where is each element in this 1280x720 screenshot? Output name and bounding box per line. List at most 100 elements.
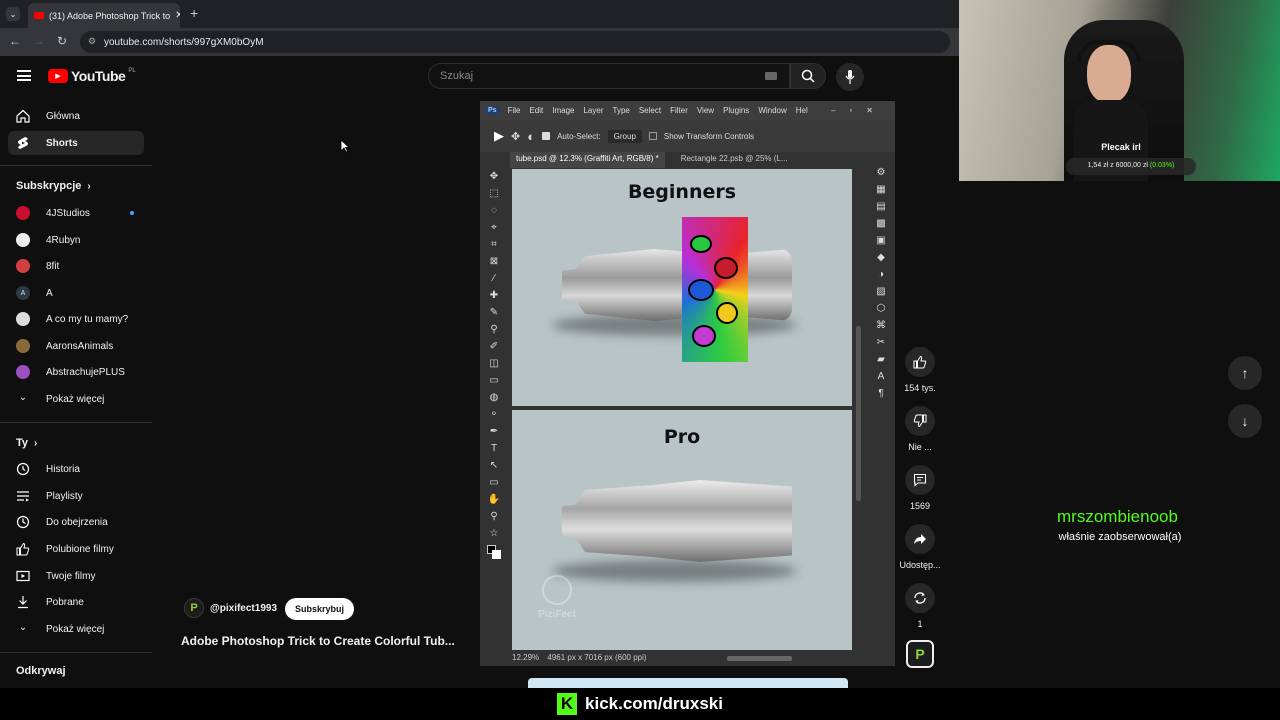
- brush-panel-icon[interactable]: ✂: [877, 337, 885, 348]
- menu-edit[interactable]: Edit: [529, 106, 543, 115]
- you-heading[interactable]: Ty ›: [16, 437, 37, 449]
- share-button[interactable]: Udostęp...: [898, 524, 942, 570]
- menu-window[interactable]: Window: [758, 106, 786, 115]
- menu-filter[interactable]: Filter: [670, 106, 688, 115]
- sidebar-item-home[interactable]: Główna: [8, 104, 144, 128]
- like-button[interactable]: 154 tys.: [898, 347, 942, 393]
- tab-close-icon[interactable]: ✕: [175, 10, 180, 21]
- youtube-logo[interactable]: ▶ YouTube PL: [48, 68, 136, 84]
- healing-tool-icon[interactable]: ✚: [490, 290, 498, 301]
- move-tool-icon[interactable]: ✥: [490, 171, 498, 182]
- auto-select-checkbox[interactable]: [542, 132, 551, 140]
- sidebar-item-subscription[interactable]: 8fit: [8, 254, 144, 278]
- properties-icon[interactable]: ⚙: [877, 167, 886, 178]
- layers-icon[interactable]: ◆: [877, 252, 885, 263]
- subscriptions-heading[interactable]: Subskrypcje ›: [16, 180, 91, 192]
- menu-image[interactable]: Image: [552, 106, 574, 115]
- sidebar-item-watch-later[interactable]: Do obejrzenia: [8, 510, 144, 534]
- lasso-tool-icon[interactable]: ◌: [491, 205, 497, 216]
- gradients-icon[interactable]: ▤: [876, 201, 885, 212]
- libraries-icon[interactable]: ▣: [876, 235, 885, 246]
- address-bar[interactable]: ⚙ youtube.com/shorts/997gXM0bOyM: [80, 31, 950, 53]
- sound-channel-avatar[interactable]: P: [906, 640, 934, 668]
- show-more-you[interactable]: ⌄ Pokaż więcej: [8, 617, 144, 641]
- show-more-subscriptions[interactable]: ⌄ Pokaż więcej: [8, 387, 144, 411]
- channel-avatar[interactable]: P: [184, 598, 204, 618]
- photoshop-window[interactable]: Ps File Edit Image Layer Type Select Fil…: [480, 101, 895, 666]
- eyedropper-tool-icon[interactable]: ⁄: [493, 273, 495, 284]
- sidebar-item-playlists[interactable]: Playlisty: [8, 484, 144, 508]
- channels-icon[interactable]: ▨: [876, 286, 885, 297]
- search-input[interactable]: Szukaj: [428, 63, 790, 89]
- zoom-level[interactable]: 12.29%: [512, 653, 539, 662]
- menu-view[interactable]: View: [697, 106, 714, 115]
- search-button[interactable]: [790, 63, 826, 89]
- paragraph-icon[interactable]: ¶: [878, 388, 883, 399]
- blur-tool-icon[interactable]: ◍: [490, 392, 499, 403]
- play-icon[interactable]: ▶: [494, 128, 504, 144]
- move-tool-icon[interactable]: ✥: [511, 130, 520, 143]
- type-tool-icon[interactable]: T: [491, 443, 497, 454]
- browser-tab-active[interactable]: (31) Adobe Photoshop Trick to ✕: [28, 3, 180, 28]
- canvas-beginners[interactable]: Beginners: [512, 169, 852, 406]
- sidebar-item-subscription[interactable]: AaronsAnimals: [8, 334, 144, 358]
- canvas-pro[interactable]: Pro PiziFect: [512, 410, 852, 650]
- sidebar-item-shorts[interactable]: Shorts: [8, 131, 144, 155]
- menu-file[interactable]: File: [508, 106, 521, 115]
- shape-tool-icon[interactable]: ▭: [489, 477, 498, 488]
- tab-list-icon[interactable]: ⌄: [6, 7, 20, 21]
- patterns-icon[interactable]: ▩: [876, 218, 885, 229]
- comments-icon[interactable]: ▰: [877, 354, 885, 365]
- menu-help[interactable]: Hel: [796, 106, 808, 115]
- menu-type[interactable]: Type: [613, 106, 630, 115]
- channel-name[interactable]: @pixifect1993: [210, 603, 277, 614]
- voice-search-button[interactable]: [836, 63, 864, 91]
- contrast-icon[interactable]: ◐: [527, 129, 535, 144]
- site-info-icon[interactable]: ⚙: [88, 36, 96, 47]
- frame-tool-icon[interactable]: ⊠: [490, 256, 498, 267]
- comments-button[interactable]: 1569: [898, 465, 942, 511]
- horizontal-scrollbar[interactable]: [727, 656, 792, 661]
- sidebar-item-your-videos[interactable]: Twoje filmy: [8, 564, 144, 588]
- sidebar-item-liked[interactable]: Polubione filmy: [8, 537, 144, 561]
- canvas-scrollbar[interactable]: [856, 326, 861, 501]
- menu-layer[interactable]: Layer: [583, 106, 603, 115]
- sidebar-item-downloads[interactable]: Pobrane: [8, 590, 144, 614]
- dislike-button[interactable]: Nie ...: [898, 406, 942, 452]
- back-icon[interactable]: ←: [9, 34, 21, 48]
- hand-tool-icon[interactable]: ✋: [488, 494, 500, 505]
- sidebar-item-subscription[interactable]: A co my tu mamy?: [8, 307, 144, 331]
- document-tab-active[interactable]: tube.psd @ 12.3% (Graffiti Art, RGB/8) *: [510, 152, 665, 168]
- sidebar-item-subscription[interactable]: AbstrachujePLUS: [8, 360, 144, 384]
- stamp-tool-icon[interactable]: ⚲: [490, 324, 497, 335]
- history-brush-icon[interactable]: ✐: [490, 341, 498, 352]
- dodge-tool-icon[interactable]: ⚬: [490, 409, 498, 420]
- short-title[interactable]: Adobe Photoshop Trick to Create Colorful…: [181, 634, 455, 648]
- transform-checkbox[interactable]: [648, 132, 657, 140]
- adjustments-icon[interactable]: ◑: [878, 269, 884, 280]
- group-dropdown[interactable]: Group: [607, 129, 642, 143]
- forward-icon[interactable]: →: [33, 34, 45, 48]
- next-short-button[interactable]: ↓: [1228, 404, 1262, 438]
- keyboard-icon[interactable]: [765, 72, 777, 80]
- window-controls[interactable]: –▫✕: [831, 106, 887, 115]
- crop-tool-icon[interactable]: ⌗: [491, 239, 497, 250]
- swatches-icon[interactable]: ▦: [876, 184, 885, 195]
- shapes-icon[interactable]: ⬡: [877, 303, 886, 314]
- gradient-tool-icon[interactable]: ▭: [489, 375, 498, 386]
- reload-icon[interactable]: ↻: [57, 34, 67, 48]
- brush-tool-icon[interactable]: ✎: [490, 307, 498, 318]
- select-tool-icon[interactable]: ⌖: [491, 222, 497, 233]
- document-tab[interactable]: Rectangle 22.psb @ 25% (L...: [675, 152, 794, 168]
- paths-icon[interactable]: ⌘: [876, 320, 886, 331]
- character-icon[interactable]: A: [878, 371, 885, 382]
- sidebar-item-subscription[interactable]: AA: [8, 281, 144, 305]
- subscribe-button[interactable]: Subskrybuj: [285, 598, 355, 620]
- color-swatches-icon[interactable]: [487, 545, 501, 559]
- menu-plugins[interactable]: Plugins: [723, 106, 749, 115]
- menu-icon[interactable]: [17, 70, 31, 81]
- sidebar-item-subscription[interactable]: 4Rubyn: [8, 228, 144, 252]
- eraser-tool-icon[interactable]: ◫: [489, 358, 498, 369]
- sidebar-item-subscription[interactable]: 4JStudios: [8, 201, 144, 225]
- menu-select[interactable]: Select: [639, 106, 661, 115]
